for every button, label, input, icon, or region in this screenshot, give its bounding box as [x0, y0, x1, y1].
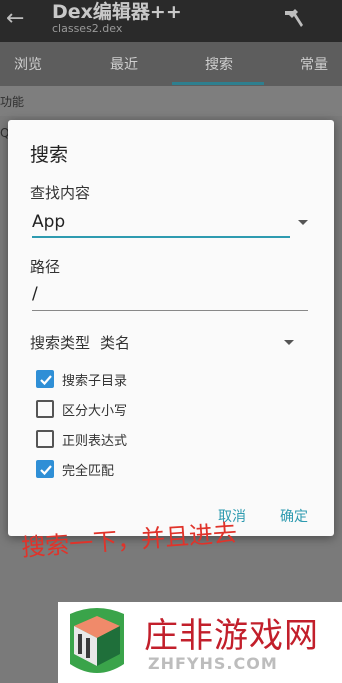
find-input[interactable]: App [32, 212, 65, 232]
tab-constants[interactable]: 常量 [300, 54, 328, 74]
hammer-icon[interactable] [282, 6, 306, 30]
option-label: 搜索子目录 [62, 374, 128, 389]
tab-recent[interactable]: 最近 [110, 54, 138, 74]
file-name: classes2.dex [52, 22, 123, 35]
tab-search[interactable]: 搜索 [205, 54, 233, 74]
arrow-left-icon[interactable]: ← [6, 6, 24, 31]
find-input-underline [32, 236, 290, 238]
search-type-select[interactable]: 搜索类型 类名 [30, 332, 130, 353]
checkbox-unchecked-icon[interactable] [36, 430, 54, 448]
watermark-site: ZHFYHS.COM [148, 654, 278, 673]
checkbox-checked-icon[interactable] [36, 370, 54, 388]
search-dialog: 搜索 查找内容 App 路径 / 搜索类型 类名 搜索子目录 区分大小写 正则表达… [8, 120, 334, 536]
path-input[interactable]: / [32, 284, 38, 304]
option-label: 正则表达式 [62, 434, 128, 449]
tab-browse[interactable]: 浏览 [14, 54, 42, 74]
find-history-dropdown-icon[interactable] [298, 220, 308, 225]
active-tab-indicator [172, 82, 264, 85]
search-type-dropdown-icon[interactable] [284, 340, 294, 345]
watermark-name: 庄非游戏网 [144, 616, 319, 656]
checkbox-checked-icon[interactable] [36, 460, 54, 478]
section-label: 功能 [0, 95, 25, 109]
path-input-underline [32, 310, 308, 311]
path-label: 路径 [30, 258, 61, 276]
section-header: 功能 [0, 86, 342, 116]
search-type-label: 搜索类型 [30, 334, 91, 352]
find-label: 查找内容 [30, 184, 91, 202]
option-label: 完全匹配 [62, 464, 115, 479]
search-type-value: 类名 [100, 334, 131, 352]
watermark-logo-icon [70, 608, 124, 673]
dialog-title: 搜索 [30, 144, 69, 166]
app-bar: ← Dex编辑器++ classes2.dex [0, 0, 342, 42]
tab-bar: 浏览 最近 搜索 常量 [0, 42, 342, 86]
confirm-button[interactable]: 确定 [280, 506, 308, 526]
checkbox-unchecked-icon[interactable] [36, 400, 54, 418]
app-title: Dex编辑器++ [52, 1, 182, 23]
option-label: 区分大小写 [62, 404, 128, 419]
